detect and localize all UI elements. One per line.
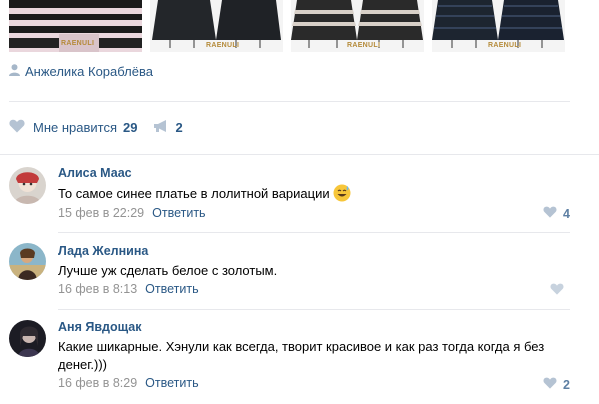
reply-button[interactable]: Ответить	[145, 282, 198, 296]
like-count: 29	[123, 120, 138, 135]
comment-meta: 16 фев в 8:13 Ответить	[58, 282, 199, 296]
share-count: 2	[175, 120, 183, 135]
brand-stamp: RAENULI	[347, 42, 381, 49]
like-label: Мне нравится	[33, 120, 118, 135]
photo-thumbnail[interactable]: RAENULI	[432, 0, 565, 52]
author-name: Анжелика Кораблёва	[25, 64, 153, 79]
comment-like-button[interactable]: 2	[543, 377, 570, 392]
comment-author[interactable]: Лада Желнина	[58, 244, 148, 258]
reply-button[interactable]: Ответить	[145, 376, 198, 390]
photo-thumbnail[interactable]: RAENULI	[150, 0, 283, 52]
post-actions: Мне нравится 29 2	[9, 119, 183, 136]
comment-meta: 15 фев в 22:29 Ответить	[58, 206, 206, 220]
comment-author[interactable]: Аня Явдощак	[58, 320, 142, 334]
grinning-sweat-emoji-icon	[333, 184, 351, 202]
comment-like-count: 4	[563, 206, 570, 221]
avatar[interactable]	[9, 167, 46, 204]
photo-thumbnail[interactable]: RAENULI	[291, 0, 424, 52]
like-button[interactable]: Мне нравится 29	[9, 119, 137, 136]
heart-icon	[543, 206, 557, 221]
brand-stamp: RAENULI	[488, 42, 522, 49]
divider	[0, 154, 599, 155]
photo-thumbnail[interactable]: RAENULI	[9, 0, 142, 52]
photo-strip: RAENULI RAENULI RAENULI RAENULI	[0, 0, 599, 52]
heart-icon	[550, 283, 564, 298]
comment-author[interactable]: Алиса Маас	[58, 166, 132, 180]
reply-button[interactable]: Ответить	[152, 206, 205, 220]
comment-date[interactable]: 16 фев в 8:13	[58, 282, 137, 296]
comment-like-button[interactable]	[550, 283, 570, 298]
share-button[interactable]: 2	[153, 119, 183, 136]
comment-date[interactable]: 16 фев в 8:29	[58, 376, 137, 390]
brand-stamp: RAENULI	[61, 40, 95, 47]
avatar[interactable]	[9, 320, 46, 357]
avatar[interactable]	[9, 243, 46, 280]
brand-stamp: RAENULI	[206, 42, 240, 49]
comment-date[interactable]: 15 фев в 22:29	[58, 206, 144, 220]
comment-text-content: То самое синее платье в лолитной вариаци…	[58, 186, 330, 201]
divider	[58, 232, 570, 233]
divider	[58, 309, 570, 310]
comment-text: То самое синее платье в лолитной вариаци…	[58, 184, 578, 203]
comment-meta: 16 фев в 8:29 Ответить	[58, 376, 199, 390]
heart-icon	[9, 119, 25, 136]
comment-like-button[interactable]: 4	[543, 206, 570, 221]
megaphone-icon	[153, 119, 169, 136]
comment-text: Какие шикарные. Хэнули как всегда, твори…	[58, 339, 545, 372]
divider	[9, 101, 570, 102]
comment-like-count: 2	[563, 377, 570, 392]
user-icon	[9, 64, 20, 79]
heart-icon	[543, 377, 557, 392]
post-author[interactable]: Анжелика Кораблёва	[9, 64, 153, 79]
comment-text: Лучше уж сделать белое с золотым.	[58, 263, 278, 278]
